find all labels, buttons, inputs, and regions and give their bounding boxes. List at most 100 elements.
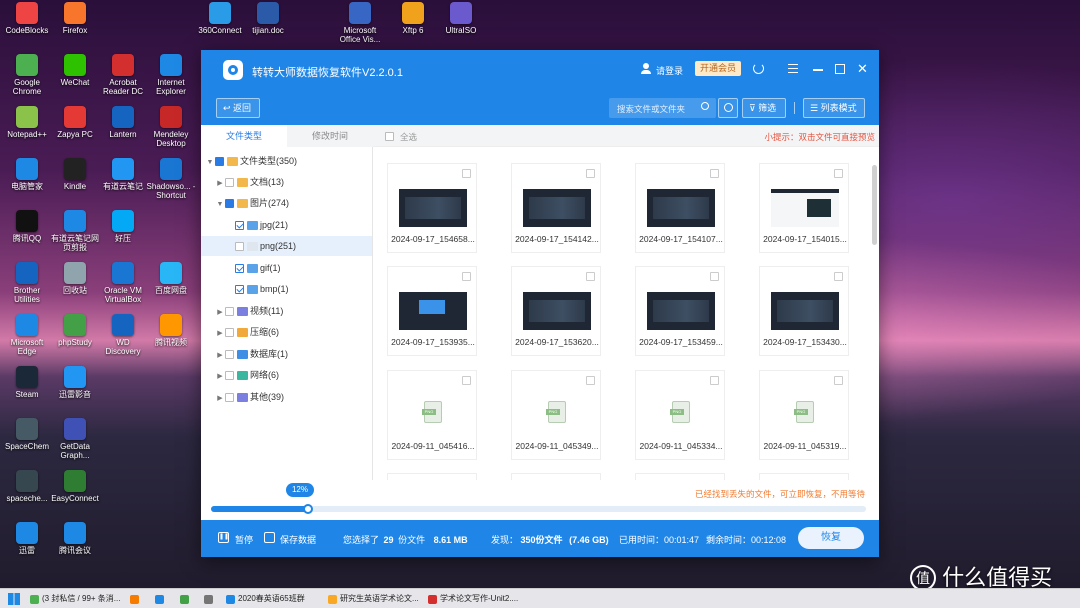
tree-item[interactable]: bmp(1) (201, 279, 372, 299)
file-card[interactable]: PNG 2024-09-11_045349... (511, 370, 601, 460)
pause-button[interactable]: 暂停 (235, 533, 253, 546)
desktop-icon[interactable]: 迅雷 (2, 522, 52, 555)
file-checkbox[interactable] (710, 272, 719, 281)
file-card[interactable]: 2024-09-17_154658... (387, 163, 477, 253)
file-card[interactable]: 2024-09-17_153935... (387, 266, 477, 356)
save-icon[interactable] (264, 532, 275, 543)
desktop-icon[interactable]: Notepad++ (2, 106, 52, 139)
refresh-icon[interactable] (753, 63, 764, 74)
file-card[interactable]: 2024-09-17_154107... (635, 163, 725, 253)
desktop-icon[interactable]: 有道云笔记网页剪报 (50, 210, 100, 252)
desktop-icon[interactable]: 腾讯QQ (2, 210, 52, 243)
file-card[interactable]: 2024-09-17_154142... (511, 163, 601, 253)
user-icon[interactable] (641, 63, 651, 74)
desktop-icon[interactable]: WeChat (50, 54, 100, 87)
file-checkbox[interactable] (710, 376, 719, 385)
desktop-icon[interactable]: Firefox (50, 2, 100, 35)
search-box[interactable]: 搜索文件或文件夹 (609, 98, 716, 118)
tree-checkbox[interactable] (215, 157, 224, 167)
tree-item[interactable]: ▶ 文档(13) (201, 172, 372, 192)
desktop-icon[interactable]: Brother Utilities (2, 262, 52, 304)
tree-checkbox[interactable] (225, 307, 234, 317)
tree-checkbox[interactable] (225, 393, 234, 403)
desktop-icon[interactable]: GetData Graph... (50, 418, 100, 460)
desktop-icon[interactable]: 腾讯视频 (146, 314, 196, 347)
tree-item[interactable]: ▶ 数据库(1) (201, 344, 372, 364)
desktop-icon[interactable]: 回收站 (50, 262, 100, 295)
file-checkbox[interactable] (834, 272, 843, 281)
file-checkbox[interactable] (462, 169, 471, 178)
file-checkbox[interactable] (834, 376, 843, 385)
file-card[interactable]: 2024-09-17_153459... (635, 266, 725, 356)
search-input[interactable]: 搜索文件或文件夹 (617, 103, 685, 115)
desktop-icon[interactable]: Google Chrome (2, 54, 52, 96)
tree-item[interactable]: png(251) (201, 236, 372, 256)
taskbar-item[interactable] (202, 591, 220, 607)
desktop-icon[interactable]: Microsoft Edge (2, 314, 52, 356)
expand-arrow-icon[interactable]: ▶ (215, 346, 225, 366)
desktop-icon[interactable]: Steam (2, 366, 52, 399)
desktop-icon[interactable]: phpStudy (50, 314, 100, 347)
back-button[interactable]: ↩ 返回 (216, 98, 260, 118)
desktop-icon[interactable]: 360Connect (195, 2, 245, 35)
maximize-icon[interactable] (835, 64, 845, 74)
taskbar-item[interactable]: (3 封私信 / 99+ 条消... (28, 591, 125, 607)
desktop-icon[interactable]: spaceche... (2, 470, 52, 503)
desktop-icon[interactable]: 好压 (98, 210, 148, 243)
menu-icon[interactable] (788, 64, 798, 73)
desktop-icon[interactable]: Xftp 6 (388, 2, 438, 35)
filter-button[interactable]: ⊽ 筛选 (742, 98, 786, 118)
pause-icon[interactable]: ❚❚ (218, 532, 229, 543)
recover-button[interactable]: 恢复 (798, 527, 864, 549)
desktop-icon[interactable]: 有道云笔记 (98, 158, 148, 191)
file-card[interactable]: PNG 2024-09-11_045416... (387, 370, 477, 460)
tree-item[interactable]: ▶ 网络(6) (201, 365, 372, 385)
file-checkbox[interactable] (462, 376, 471, 385)
expand-arrow-icon[interactable]: ▶ (215, 303, 225, 323)
taskbar-item[interactable]: 学术论文写作-Unit2.... (426, 591, 526, 607)
list-mode-button[interactable]: ☰ 列表模式 (803, 98, 865, 118)
file-card[interactable]: 2024-09-17_153620... (511, 266, 601, 356)
desktop-icon[interactable]: Microsoft Office Vis... (335, 2, 385, 44)
file-checkbox[interactable] (586, 272, 595, 281)
tab-file-type[interactable]: 文件类型 (201, 125, 287, 147)
file-card[interactable] (387, 473, 477, 480)
file-card[interactable] (511, 473, 601, 480)
file-checkbox[interactable] (462, 272, 471, 281)
taskbar-item[interactable]: 2020春英语65班群 (224, 591, 322, 607)
taskbar-item[interactable] (153, 591, 171, 607)
tree-checkbox[interactable] (235, 242, 244, 252)
taskbar-item[interactable] (128, 591, 146, 607)
file-checkbox[interactable] (586, 376, 595, 385)
expand-arrow-icon[interactable]: ▼ (205, 153, 215, 173)
desktop-icon[interactable]: 百度网盘 (146, 262, 196, 295)
file-card[interactable] (635, 473, 725, 480)
desktop-icon[interactable]: tijian.doc (243, 2, 293, 35)
desktop-icon[interactable]: Lantern (98, 106, 148, 139)
login-link[interactable]: 请登录 (656, 64, 683, 77)
expand-arrow-icon[interactable]: ▶ (215, 174, 225, 194)
desktop-icon[interactable]: Oracle VM VirtualBox (98, 262, 148, 304)
file-card[interactable]: PNG 2024-09-11_045319... (759, 370, 849, 460)
desktop-icon[interactable]: UltraISO (436, 2, 486, 35)
tree-checkbox[interactable] (235, 221, 244, 231)
desktop-icon[interactable]: Shadowso... - Shortcut (146, 158, 196, 200)
tree-checkbox[interactable] (225, 328, 234, 338)
tree-checkbox[interactable] (225, 178, 234, 188)
desktop-icon[interactable]: Zapya PC (50, 106, 100, 139)
file-card[interactable]: 2024-09-17_153430... (759, 266, 849, 356)
file-checkbox[interactable] (834, 169, 843, 178)
tree-item[interactable]: ▶ 压缩(6) (201, 322, 372, 342)
desktop-icon[interactable]: 迅雷影音 (50, 366, 100, 399)
tree-item[interactable]: ▼ 图片(274) (201, 193, 372, 213)
desktop-icon[interactable]: SpaceChem (2, 418, 52, 451)
expand-arrow-icon[interactable]: ▶ (215, 367, 225, 387)
tree-item[interactable]: ▶ 其他(39) (201, 387, 372, 407)
desktop-icon[interactable]: Kindle (50, 158, 100, 191)
expand-arrow-icon[interactable]: ▶ (215, 389, 225, 409)
search-icon[interactable] (701, 102, 709, 110)
taskbar-item[interactable] (178, 591, 196, 607)
desktop-icon[interactable]: WD Discovery (98, 314, 148, 356)
tree-checkbox[interactable] (235, 285, 244, 295)
desktop-icon[interactable]: Mendeley Desktop (146, 106, 196, 148)
